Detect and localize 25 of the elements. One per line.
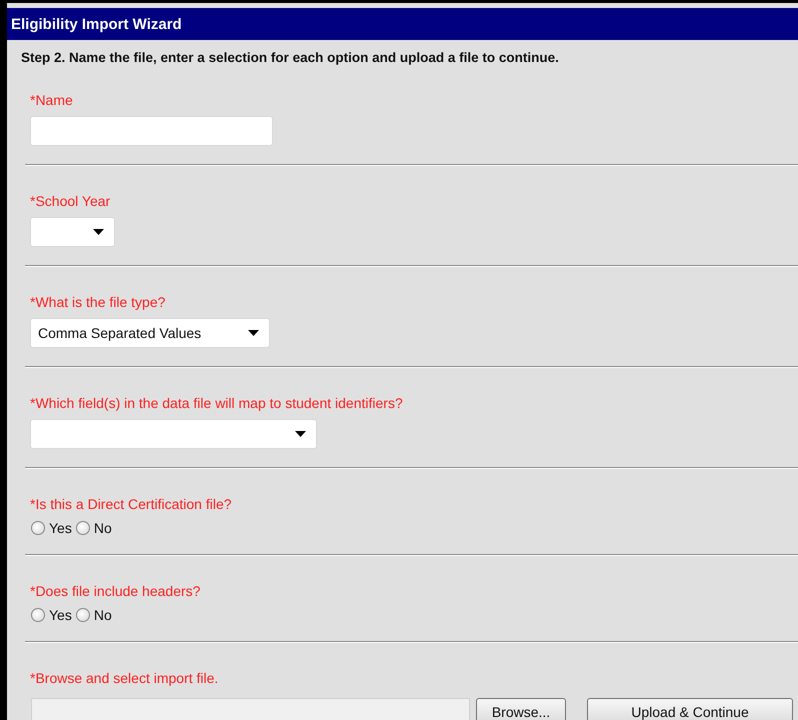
- field-label: *Is this a Direct Certification file?: [30, 496, 233, 512]
- field-label: *School Year: [30, 193, 112, 209]
- dropdown[interactable]: Comma Separated Values: [30, 318, 270, 348]
- radio-label[interactable]: Yes: [49, 607, 72, 623]
- name-field[interactable]: [30, 116, 273, 146]
- radio-label[interactable]: No: [94, 520, 112, 536]
- radio-button[interactable]: [76, 608, 90, 622]
- caret-icon: [295, 431, 306, 437]
- radio-label[interactable]: Yes: [49, 520, 72, 536]
- radio-button[interactable]: [31, 608, 45, 622]
- field-label: *Does file include headers?: [30, 583, 202, 599]
- caret-icon: [93, 229, 104, 235]
- field-label: *Name: [30, 92, 74, 108]
- caret-icon: [248, 330, 259, 336]
- radio-label[interactable]: No: [94, 607, 112, 623]
- field-label: *Browse and select import file.: [30, 670, 220, 686]
- field-label: *Which field(s) in the data file will map to student identifiers?: [30, 395, 404, 411]
- upload-continue-button[interactable]: Upload & Continue: [587, 698, 793, 720]
- radio-button[interactable]: [76, 521, 90, 535]
- browse-button[interactable]: Browse...: [476, 698, 566, 720]
- window-title: Eligibility Import Wizard: [11, 16, 182, 32]
- radio-button[interactable]: [31, 521, 45, 535]
- instructions-text: Step 2. Name the file, enter a selection for each option and upload a file to continue.: [20, 49, 560, 65]
- file-path-field[interactable]: [31, 698, 470, 720]
- field-label: *What is the file type?: [30, 294, 166, 310]
